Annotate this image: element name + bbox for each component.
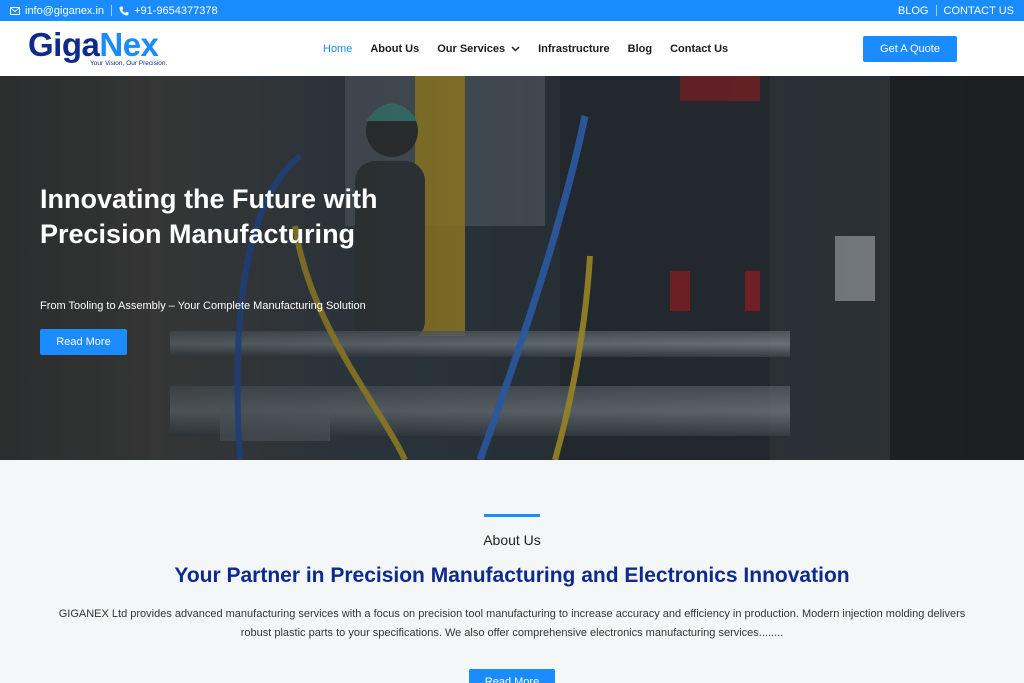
envelope-icon — [10, 6, 20, 15]
main-nav: Home About Us Our Services Infrastructur… — [323, 21, 746, 76]
email-link[interactable]: info@giganex.in — [10, 5, 104, 17]
nav-our-services[interactable]: Our Services — [437, 43, 520, 55]
divider — [111, 5, 113, 16]
top-links: BLOG CONTACT US — [898, 5, 1014, 17]
nav-contact-us[interactable]: Contact Us — [670, 43, 728, 55]
contact-info: info@giganex.in +91-9654377378 — [10, 5, 218, 17]
phone-text: +91-9654377378 — [134, 4, 218, 17]
about-section: About Us Your Partner in Precision Manuf… — [0, 460, 1024, 683]
logo-part-nex: Nex — [99, 26, 159, 63]
giganex-logo[interactable]: GigaNex Your Vision, Our Precision. — [28, 26, 167, 67]
contact-us-link[interactable]: CONTACT US — [944, 5, 1015, 17]
about-kicker: About Us — [483, 532, 541, 548]
phone-link[interactable]: +91-9654377378 — [119, 5, 218, 17]
about-description: GIGANEX Ltd provides advanced manufactur… — [58, 608, 966, 639]
about-heading: Your Partner in Precision Manufacturing … — [174, 564, 850, 587]
top-bar: info@giganex.in +91-9654377378 BLOG CONT… — [0, 0, 1024, 21]
nav-our-services-label: Our Services — [437, 42, 506, 55]
hero-read-more-button[interactable]: Read More — [40, 329, 127, 355]
nav-about-us[interactable]: About Us — [370, 43, 419, 55]
logo-tagline: Your Vision, Our Precision. — [90, 60, 168, 67]
get-a-quote-button[interactable]: Get A Quote — [863, 36, 957, 62]
section-accent-line — [484, 514, 540, 517]
phone-icon — [119, 6, 129, 16]
divider — [935, 5, 937, 16]
nav-blog[interactable]: Blog — [628, 43, 652, 55]
hero-subtitle: From Tooling to Assembly – Your Complete… — [40, 300, 366, 312]
logo-wordmark: GigaNex — [28, 26, 159, 63]
hero-overlay — [0, 76, 1024, 460]
hero-title: Innovating the Future with Precision Man… — [40, 184, 378, 249]
main-header: GigaNex Your Vision, Our Precision. Home… — [0, 21, 1024, 76]
logo-part-giga: Giga — [28, 26, 100, 63]
hero-banner: Innovating the Future with Precision Man… — [0, 76, 1024, 460]
blog-link[interactable]: BLOG — [898, 5, 929, 17]
about-read-more-button[interactable]: Read More — [469, 669, 555, 683]
email-text: info@giganex.in — [25, 4, 105, 17]
chevron-down-icon — [511, 43, 520, 55]
nav-infrastructure[interactable]: Infrastructure — [538, 43, 610, 55]
nav-home[interactable]: Home — [323, 43, 352, 55]
